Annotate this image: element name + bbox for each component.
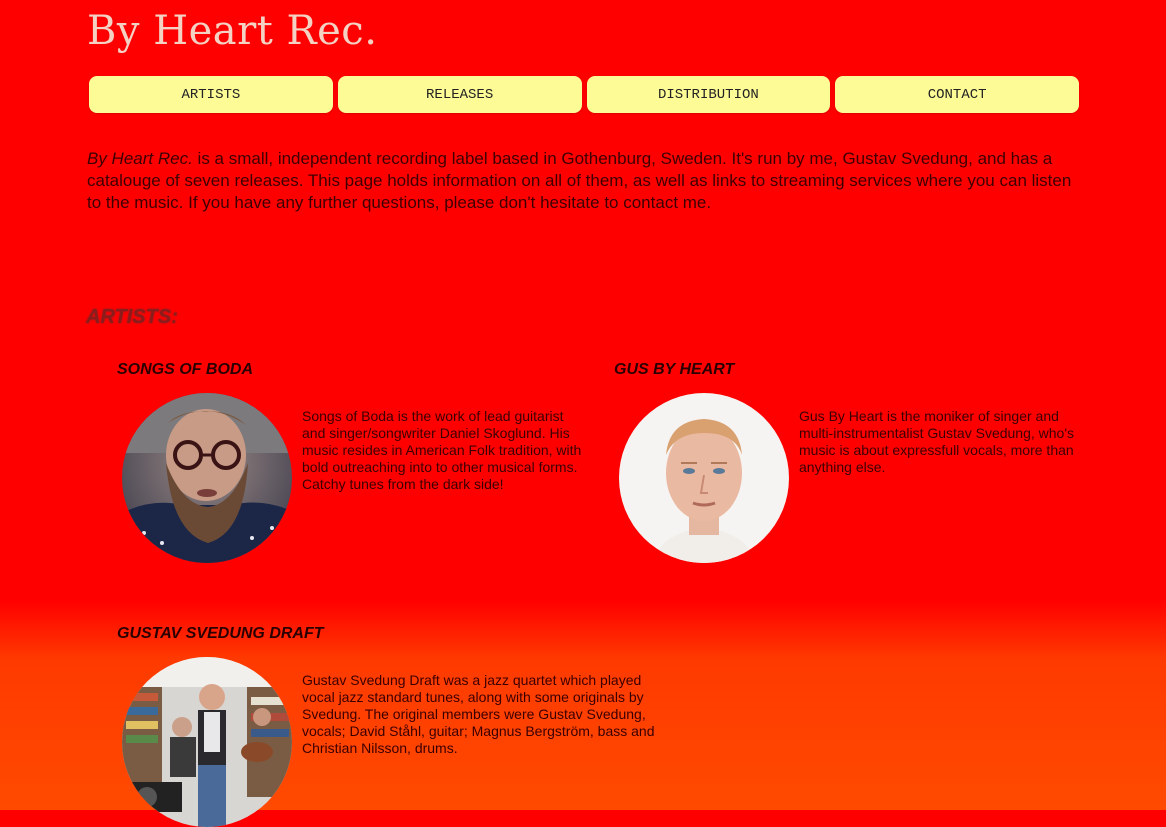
artist-description: Songs of Boda is the work of lead guitar… xyxy=(302,408,582,492)
artist-description: Gustav Svedung Draft was a jazz quartet … xyxy=(302,672,655,756)
artist-photo-songs-of-boda xyxy=(122,393,292,563)
artist-card-gus-by-heart: GUS BY HEART Gus By Heart is the moniker… xyxy=(614,361,1094,563)
artist-name: GUS BY HEART xyxy=(614,361,735,378)
nav-releases-button[interactable]: RELEASES xyxy=(337,76,582,113)
nav-contact-button[interactable]: CONTACT xyxy=(835,76,1079,113)
artist-name: SONGS OF BODA xyxy=(117,361,254,378)
intro-label-name: By Heart Rec. xyxy=(87,149,193,168)
artists-section-heading: ARTISTS: xyxy=(86,306,178,328)
artist-photo-gustav-svedung-draft xyxy=(122,657,292,827)
intro-paragraph: By Heart Rec. is a small, independent re… xyxy=(87,148,1077,214)
main-nav: ARTISTS RELEASES DISTRIBUTION CONTACT xyxy=(89,76,1079,113)
site-title: By Heart Rec. xyxy=(87,8,378,54)
intro-text: is a small, independent recording label … xyxy=(87,149,1072,212)
artist-card-songs-of-boda: SONGS OF BODA Songs of Boda is the work … xyxy=(117,361,597,563)
artist-photo-gus-by-heart xyxy=(619,393,789,563)
nav-artists-button[interactable]: ARTISTS xyxy=(89,76,333,113)
nav-distribution-button[interactable]: DISTRIBUTION xyxy=(586,76,831,113)
artist-name: GUSTAV SVEDUNG DRAFT xyxy=(117,625,324,642)
artist-description: Gus By Heart is the moniker of singer an… xyxy=(799,408,1075,475)
artist-card-gustav-svedung-draft: GUSTAV SVEDUNG DRAFT Gustav Svedung Draf… xyxy=(117,625,655,827)
